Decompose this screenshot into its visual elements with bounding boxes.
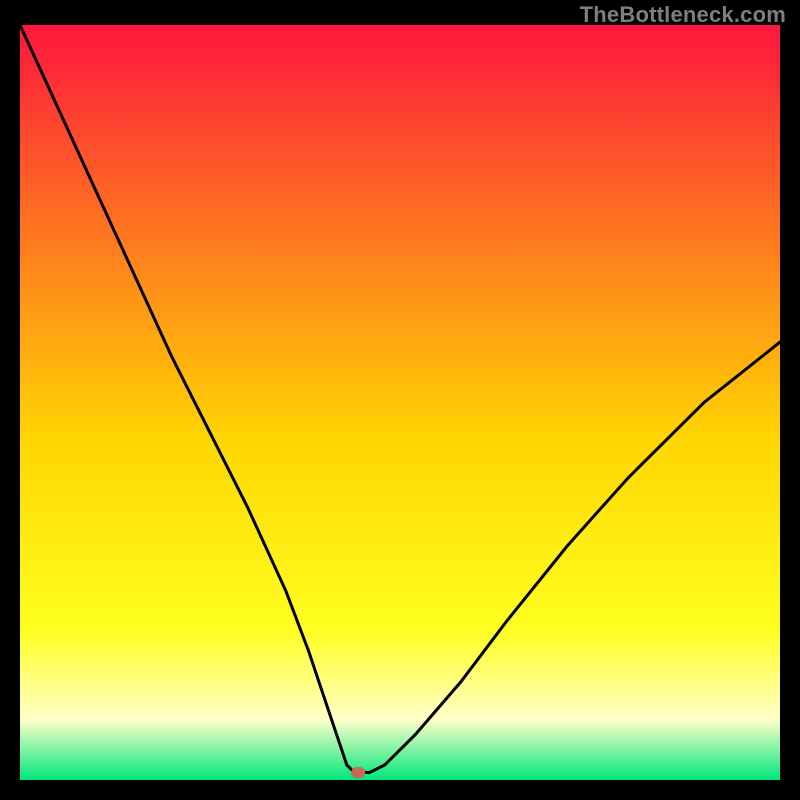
chart-svg	[20, 25, 780, 780]
plot-area	[20, 25, 780, 780]
watermark-text: TheBottleneck.com	[580, 2, 786, 28]
gradient-background	[20, 25, 780, 780]
optimal-point-marker	[351, 767, 365, 778]
chart-frame: TheBottleneck.com	[0, 0, 800, 800]
